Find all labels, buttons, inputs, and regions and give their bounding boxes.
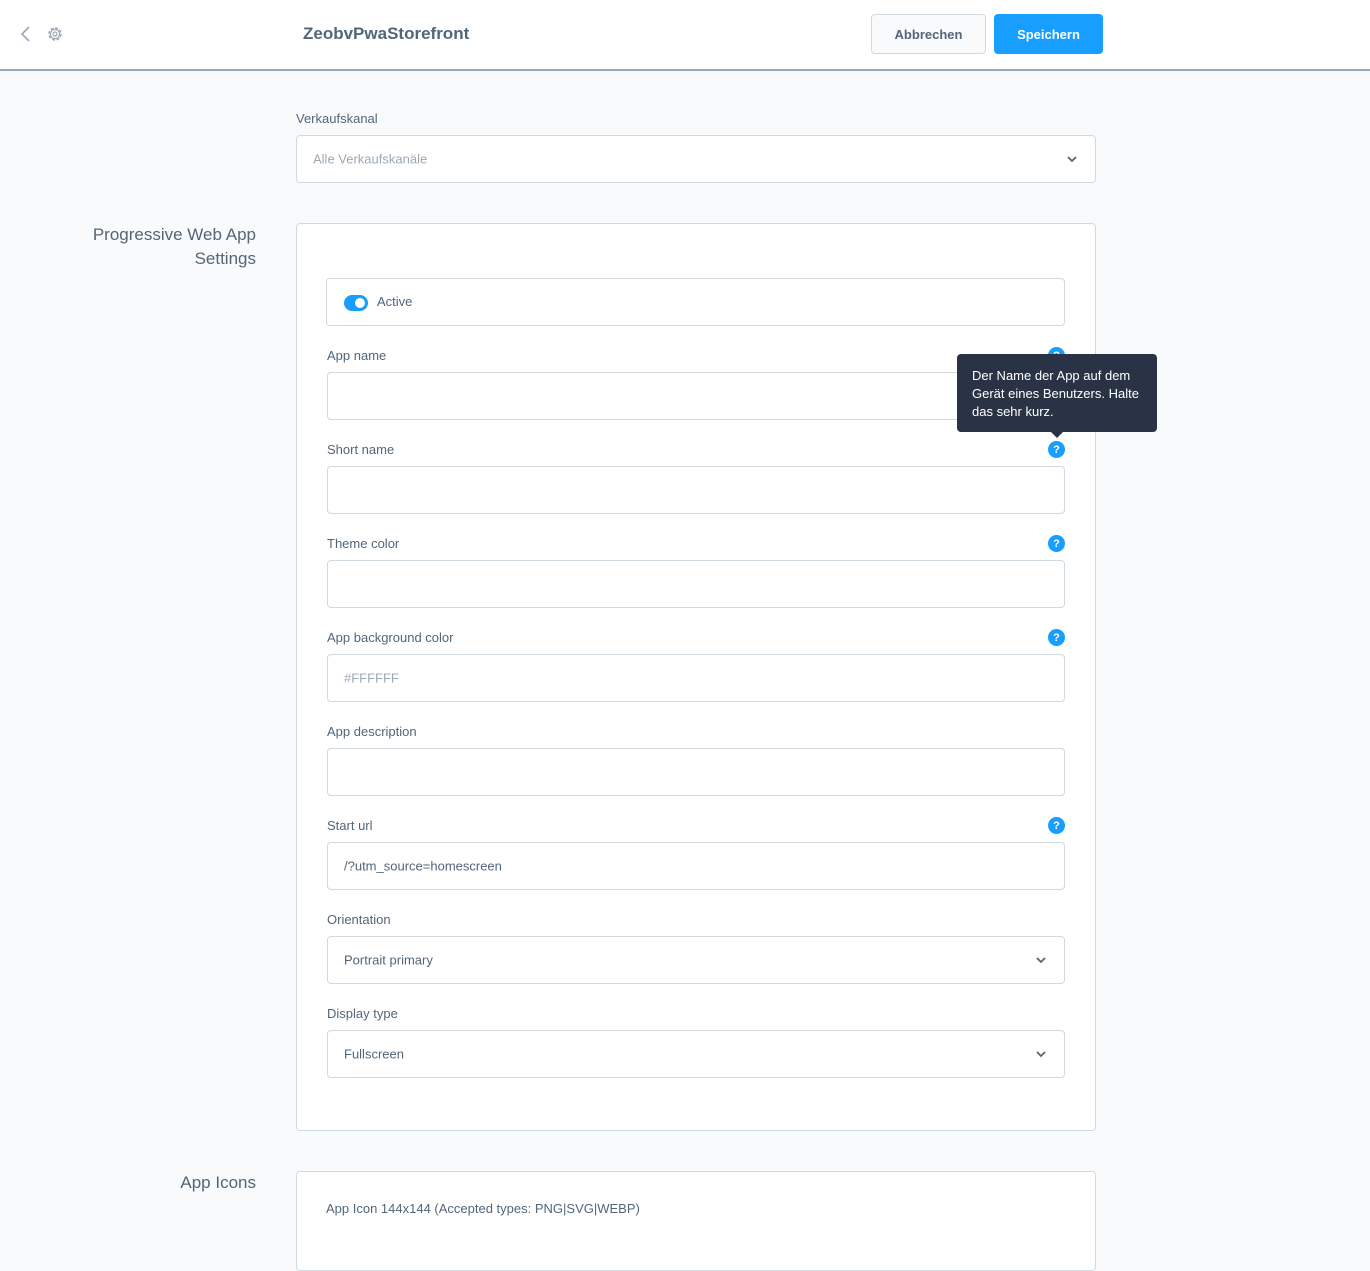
start-url-help-icon[interactable]: ? xyxy=(1048,817,1065,834)
start-url-label: Start url xyxy=(327,818,373,833)
sales-channel-label: Verkaufskanal xyxy=(296,111,378,126)
chevron-down-icon xyxy=(1036,1051,1046,1058)
app-background-color-input[interactable]: #FFFFFF xyxy=(327,654,1065,702)
app-background-color-placeholder: #FFFFFF xyxy=(344,670,399,686)
help-tooltip: Der Name der App auf dem Gerät eines Ben… xyxy=(957,354,1157,438)
back-chevron-icon[interactable] xyxy=(18,24,34,44)
chevron-down-icon xyxy=(1067,156,1077,163)
short-name-input[interactable] xyxy=(327,466,1065,514)
app-name-input[interactable] xyxy=(327,372,1065,420)
cancel-button[interactable]: Abbrechen xyxy=(871,14,986,54)
app-description-input[interactable] xyxy=(327,748,1065,796)
chevron-down-icon xyxy=(1036,957,1046,964)
page-title: ZeobvPwaStorefront xyxy=(303,24,470,43)
gear-icon[interactable] xyxy=(45,24,65,44)
active-toggle-row: Active xyxy=(326,278,1065,326)
pwa-section-title-line1: Progressive Web App xyxy=(92,225,256,244)
display-type-value: Fullscreen xyxy=(344,1046,404,1062)
sales-channel-select[interactable]: Alle Verkaufskanäle xyxy=(296,135,1096,183)
app-icon-144-label: App Icon 144x144 (Accepted types: PNG|SV… xyxy=(326,1201,640,1216)
app-background-color-help-icon[interactable]: ? xyxy=(1048,629,1065,646)
app-name-label: App name xyxy=(327,348,387,363)
sales-channel-placeholder: Alle Verkaufskanäle xyxy=(313,151,428,167)
active-toggle-label: Active xyxy=(377,294,413,309)
pwa-section-title: Progressive Web App Settings xyxy=(60,223,256,271)
app-icons-section-title: App Icons xyxy=(180,1173,256,1192)
short-name-help-icon[interactable]: ? xyxy=(1048,441,1065,458)
orientation-label: Orientation xyxy=(327,912,391,927)
active-toggle[interactable] xyxy=(344,295,368,311)
app-background-color-label: App background color xyxy=(327,630,454,645)
pwa-section-title-line2: Settings xyxy=(194,249,256,268)
app-icons-card xyxy=(296,1171,1096,1271)
short-name-label: Short name xyxy=(327,442,395,457)
display-type-select[interactable]: Fullscreen xyxy=(327,1030,1065,1078)
top-bar: ZeobvPwaStorefront Abbrechen Speichern xyxy=(0,0,1370,71)
orientation-value: Portrait primary xyxy=(344,952,433,968)
theme-color-help-icon[interactable]: ? xyxy=(1048,535,1065,552)
start-url-value: /?utm_source=homescreen xyxy=(344,858,502,874)
start-url-input[interactable]: /?utm_source=homescreen xyxy=(327,842,1065,890)
app-description-label: App description xyxy=(327,724,417,739)
display-type-label: Display type xyxy=(327,1006,398,1021)
save-button[interactable]: Speichern xyxy=(994,14,1103,54)
theme-color-input[interactable] xyxy=(327,560,1065,608)
theme-color-label: Theme color xyxy=(327,536,400,551)
orientation-select[interactable]: Portrait primary xyxy=(327,936,1065,984)
